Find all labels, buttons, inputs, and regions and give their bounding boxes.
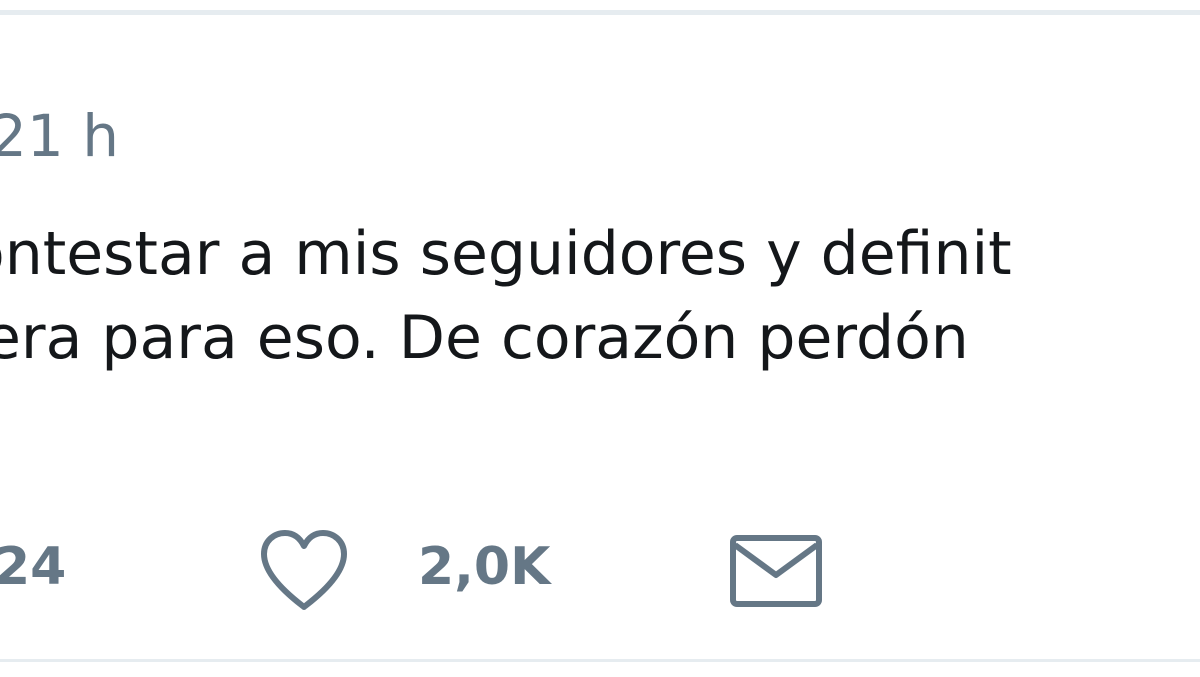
envelope-icon <box>730 535 822 607</box>
tweet-text: ontestar a mis seguidores y definit era … <box>0 212 1012 380</box>
tweet-timestamp[interactable]: 21 h <box>0 107 119 165</box>
tweet-card[interactable]: 21 h ontestar a mis seguidores y definit… <box>0 15 1200 659</box>
reply-count[interactable]: 24 <box>0 541 66 593</box>
tweet-text-line-2: era para eso. De corazón perdón <box>0 303 969 373</box>
direct-message-button[interactable] <box>728 533 824 609</box>
tweet-text-line-1: ontestar a mis seguidores y definit <box>0 219 1012 289</box>
tweet-actions-bar: 24 2,0K <box>0 515 1200 635</box>
bottom-divider <box>0 659 1200 662</box>
like-count[interactable]: 2,0K <box>418 541 550 593</box>
heart-icon <box>261 530 347 610</box>
like-button[interactable] <box>258 527 350 613</box>
